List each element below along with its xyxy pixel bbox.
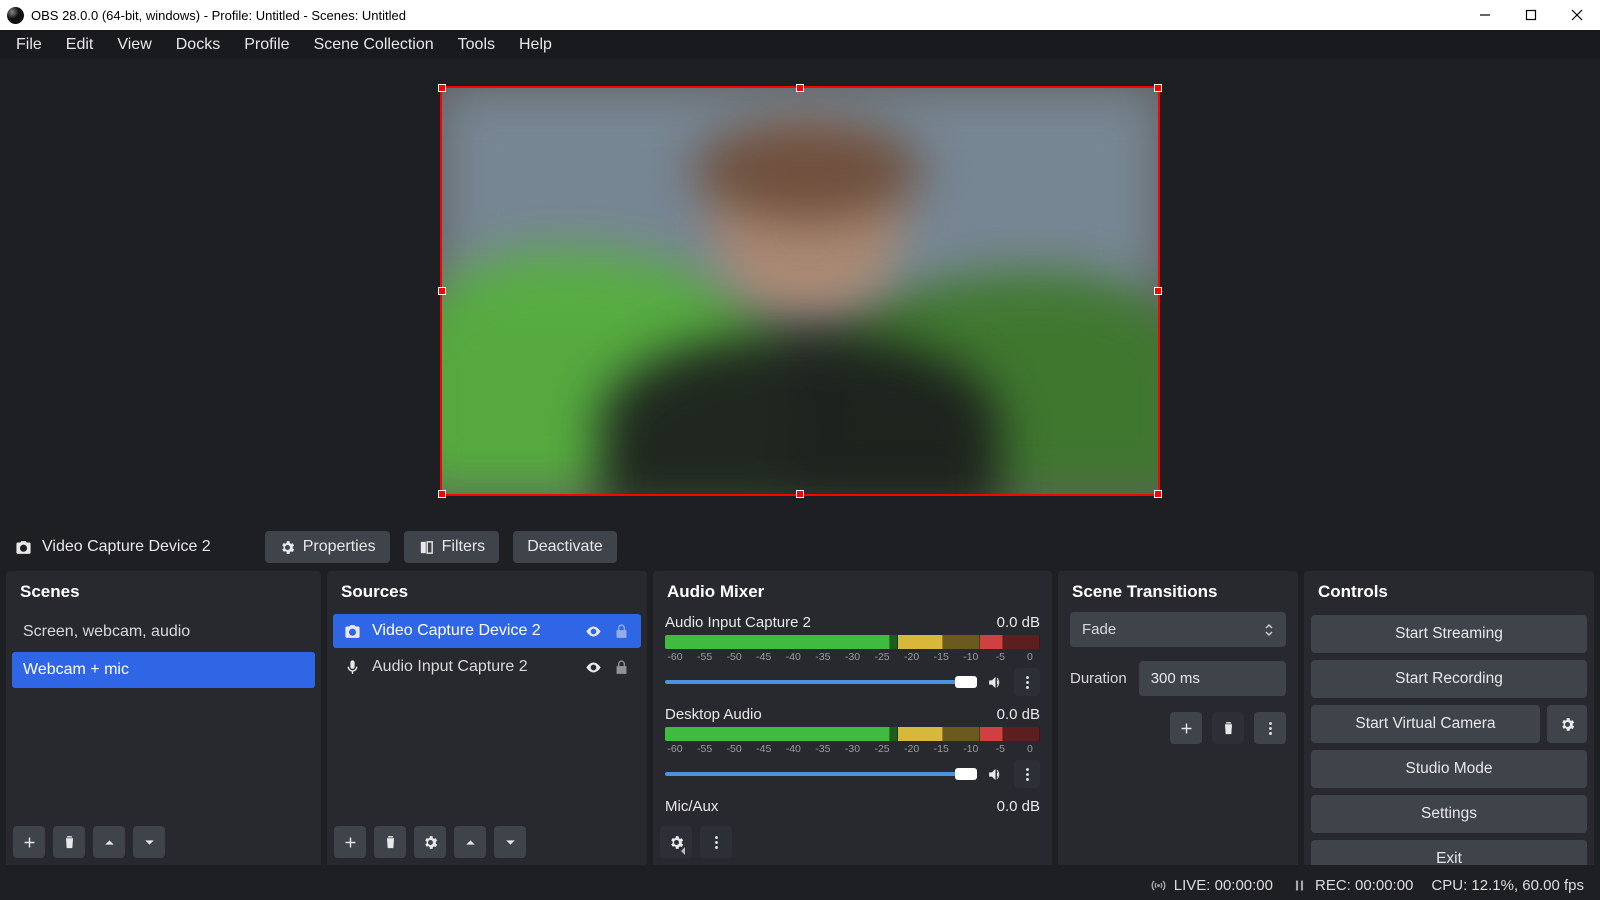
duration-input[interactable] <box>1139 661 1286 696</box>
broadcast-icon <box>1150 877 1167 894</box>
scene-item[interactable]: Screen, webcam, audio <box>12 614 315 650</box>
updown-icon <box>1264 623 1274 637</box>
source-item[interactable]: Video Capture Device 2 <box>333 614 641 648</box>
app-logo-icon <box>7 7 24 24</box>
sources-dock: Sources Video Capture Device 2 Audio Inp… <box>327 571 647 865</box>
controls-dock: Controls Start Streaming Start Recording… <box>1304 571 1594 865</box>
mixer-channel-db: 0.0 dB <box>997 614 1040 631</box>
selected-source-label: Video Capture Device 2 <box>42 538 211 556</box>
audio-meter <box>665 635 1040 649</box>
camera-icon <box>344 623 361 640</box>
window-close-button[interactable] <box>1554 0 1600 30</box>
status-bar: LIVE: 00:00:00 REC: 00:00:00 CPU: 12.1%,… <box>0 871 1600 900</box>
pause-icon <box>1291 877 1308 894</box>
menu-docks[interactable]: Docks <box>164 32 232 58</box>
live-status: LIVE: 00:00:00 <box>1174 877 1273 894</box>
mic-icon <box>344 659 361 676</box>
scenes-dock: Scenes Screen, webcam, audio Webcam + mi… <box>6 571 321 865</box>
mixer-channel-name: Audio Input Capture 2 <box>665 614 811 631</box>
menu-file[interactable]: File <box>4 32 54 58</box>
add-source-button[interactable] <box>334 826 366 858</box>
transition-select[interactable]: Fade <box>1070 612 1286 647</box>
speaker-icon[interactable] <box>987 766 1004 783</box>
window-title: OBS 28.0.0 (64-bit, windows) - Profile: … <box>31 8 1462 23</box>
mixer-channel: Audio Input Capture 2 0.0 dB -60-55-50-45-… <box>659 614 1046 696</box>
menu-tools[interactable]: Tools <box>446 32 507 58</box>
lock-icon[interactable] <box>613 659 630 676</box>
remove-scene-button[interactable] <box>53 826 85 858</box>
source-label: Audio Input Capture 2 <box>372 658 528 676</box>
db-ticks: -60-55-50-45-40-35-30-25-20-15-10-50 <box>666 743 1039 755</box>
remove-source-button[interactable] <box>374 826 406 858</box>
db-ticks: -60-55-50-45-40-35-30-25-20-15-10-50 <box>666 651 1039 663</box>
channel-menu-button[interactable] <box>1014 760 1040 788</box>
menu-profile[interactable]: Profile <box>232 32 301 58</box>
camera-icon <box>15 539 32 556</box>
move-source-down-button[interactable] <box>494 826 526 858</box>
add-scene-button[interactable] <box>13 826 45 858</box>
volume-slider[interactable] <box>665 772 977 776</box>
move-scene-down-button[interactable] <box>133 826 165 858</box>
exit-button[interactable]: Exit <box>1311 840 1587 865</box>
eye-icon[interactable] <box>585 659 602 676</box>
audio-mixer-dock: Audio Mixer Audio Input Capture 2 0.0 dB -… <box>653 571 1052 865</box>
speaker-icon[interactable] <box>987 674 1004 691</box>
scene-item[interactable]: Webcam + mic <box>12 652 315 688</box>
menu-help[interactable]: Help <box>507 32 564 58</box>
scenes-title: Scenes <box>6 571 321 612</box>
filters-button[interactable]: Filters <box>404 531 500 563</box>
window-maximize-button[interactable] <box>1508 0 1554 30</box>
gear-icon <box>279 539 296 556</box>
window-titlebar: OBS 28.0.0 (64-bit, windows) - Profile: … <box>0 0 1600 30</box>
menubar: File Edit View Docks Profile Scene Colle… <box>0 30 1600 59</box>
deactivate-button[interactable]: Deactivate <box>513 531 617 563</box>
audio-meter <box>665 727 1040 741</box>
source-toolbar: Video Capture Device 2 Properties Filter… <box>0 523 1600 571</box>
menu-edit[interactable]: Edit <box>54 32 106 58</box>
source-label: Video Capture Device 2 <box>372 622 541 640</box>
mixer-channel: Mic/Aux0.0 dB-60-55-50-45-40-35-30-25-20… <box>659 798 1046 819</box>
mixer-channel-name: Desktop Audio <box>665 706 762 723</box>
transition-menu-button[interactable] <box>1254 712 1286 744</box>
window-minimize-button[interactable] <box>1462 0 1508 30</box>
studio-mode-button[interactable]: Studio Mode <box>1311 750 1587 788</box>
move-scene-up-button[interactable] <box>93 826 125 858</box>
virtual-camera-settings-button[interactable] <box>1547 705 1587 743</box>
source-item[interactable]: Audio Input Capture 2 <box>333 650 641 684</box>
duration-spinbox[interactable] <box>1139 661 1286 696</box>
move-source-up-button[interactable] <box>454 826 486 858</box>
menu-view[interactable]: View <box>105 32 163 58</box>
mixer-menu-button[interactable] <box>700 826 732 858</box>
start-virtual-camera-button[interactable]: Start Virtual Camera <box>1311 705 1540 743</box>
lock-icon[interactable] <box>613 623 630 640</box>
rec-status: REC: 00:00:00 <box>1315 877 1413 894</box>
volume-slider[interactable] <box>665 680 977 684</box>
audio-mixer-title: Audio Mixer <box>653 571 1052 612</box>
settings-button[interactable]: Settings <box>1311 795 1587 833</box>
video-preview[interactable] <box>442 88 1158 494</box>
start-recording-button[interactable]: Start Recording <box>1311 660 1587 698</box>
properties-button[interactable]: Properties <box>265 531 390 563</box>
duration-label: Duration <box>1070 670 1127 687</box>
controls-title: Controls <box>1304 571 1594 612</box>
filter-icon <box>418 539 435 556</box>
scene-transitions-dock: Scene Transitions Fade Duration <box>1058 571 1298 865</box>
sources-title: Sources <box>327 571 647 612</box>
gear-icon <box>1559 716 1576 733</box>
menu-scene-collection[interactable]: Scene Collection <box>302 32 446 58</box>
mixer-channel-name: Mic/Aux <box>665 798 718 815</box>
add-transition-button[interactable] <box>1170 712 1202 744</box>
mixer-advanced-button[interactable] <box>660 826 692 858</box>
mixer-channel-db: 0.0 dB <box>997 798 1040 815</box>
start-streaming-button[interactable]: Start Streaming <box>1311 615 1587 653</box>
remove-transition-button[interactable] <box>1212 712 1244 744</box>
mixer-channel: Desktop Audio 0.0 dB -60-55-50-45-40-35-30… <box>659 706 1046 788</box>
cpu-status: CPU: 12.1%, 60.00 fps <box>1431 877 1584 894</box>
scene-transitions-title: Scene Transitions <box>1058 571 1298 612</box>
preview-area[interactable] <box>0 59 1600 523</box>
channel-menu-button[interactable] <box>1014 668 1040 696</box>
eye-icon[interactable] <box>585 623 602 640</box>
source-settings-button[interactable] <box>414 826 446 858</box>
mixer-channel-db: 0.0 dB <box>997 706 1040 723</box>
